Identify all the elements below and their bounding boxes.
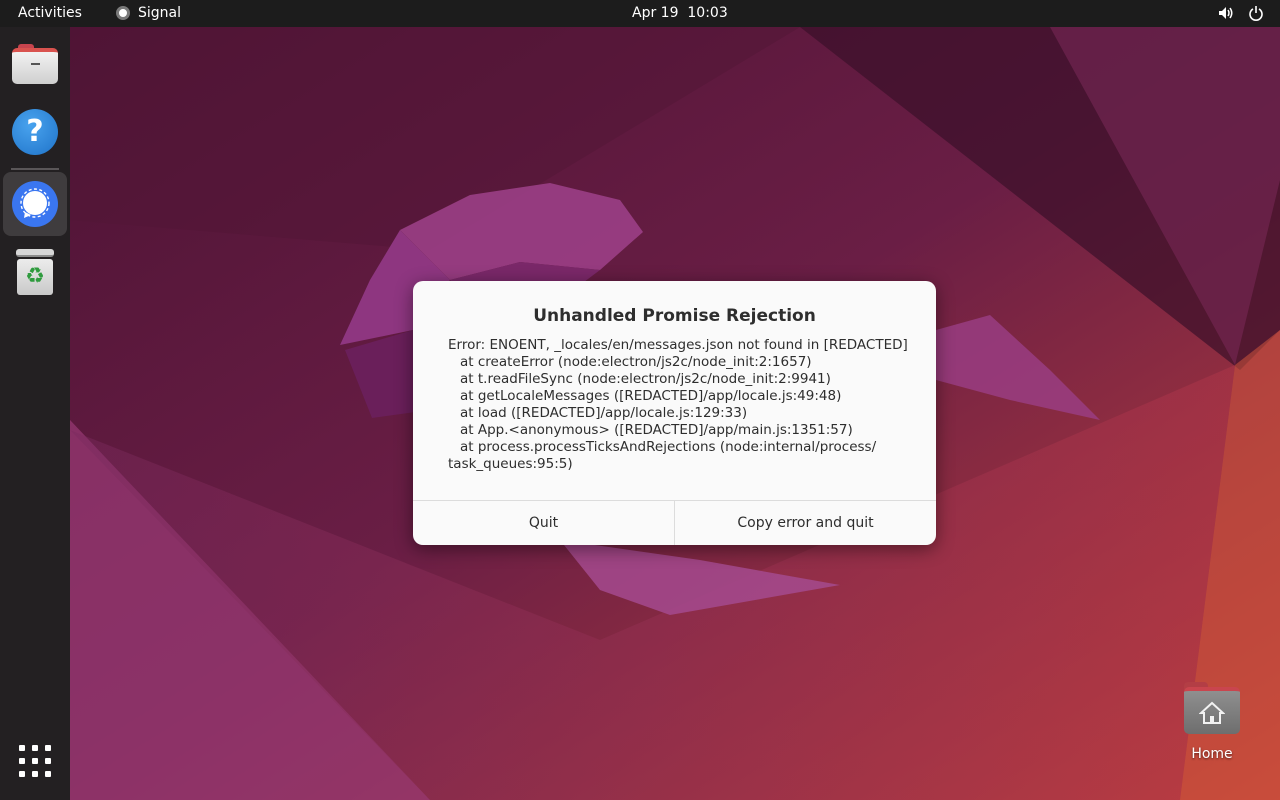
stack-line: at t.readFileSync (node:electron/js2c/no… [460,371,831,387]
signal-app-indicator-icon [116,6,130,20]
system-tray[interactable] [1218,5,1264,21]
home-folder-label: Home [1191,746,1233,762]
home-folder-icon [1184,682,1240,734]
dialog-title: Unhandled Promise Rejection [533,306,816,326]
dialog-message: Error: ENOENT, _locales/en/messages.json… [448,337,918,473]
clock[interactable]: Apr 19 10:03 [632,5,728,21]
dock-item-trash[interactable]: ♻ [3,240,67,304]
stack-line: task_queues:95:5) [448,456,573,472]
trash-icon: ♻ [16,249,54,295]
app-menu[interactable]: Signal [116,5,181,21]
stack-line: at process.processTicksAndRejections (no… [460,439,877,455]
help-icon: ? [12,109,58,155]
error-line: Error: ENOENT, _locales/en/messages.json… [448,337,908,353]
dock-separator [11,168,59,170]
signal-icon [12,181,58,227]
stack-line: at load ([REDACTED]/app/locale.js:129:33… [460,405,748,421]
stack-line: at createError (node:electron/js2c/node_… [460,354,812,370]
dock-item-signal[interactable] [3,172,67,236]
error-dialog: Unhandled Promise Rejection Error: ENOEN… [413,281,936,545]
show-apps-icon[interactable] [19,745,51,777]
quit-button[interactable]: Quit [413,501,674,545]
top-bar: Activities Signal Apr 19 10:03 [0,0,1280,27]
stack-line: at App.<anonymous> ([REDACTED]/app/main.… [460,422,853,438]
dock-item-files[interactable] [3,32,67,96]
volume-icon[interactable] [1218,5,1234,21]
stack-line: at getLocaleMessages ([REDACTED]/app/loc… [460,388,842,404]
dock-item-help[interactable]: ? [3,100,67,164]
desktop-home-folder[interactable]: Home [1172,682,1252,762]
activities-button[interactable]: Activities [18,5,82,21]
files-icon [12,44,58,84]
app-menu-label: Signal [138,5,182,21]
dialog-actions: Quit Copy error and quit [413,500,936,545]
power-icon[interactable] [1248,5,1264,21]
dock: ? ♻ [0,27,70,800]
copy-error-and-quit-button[interactable]: Copy error and quit [674,501,936,545]
